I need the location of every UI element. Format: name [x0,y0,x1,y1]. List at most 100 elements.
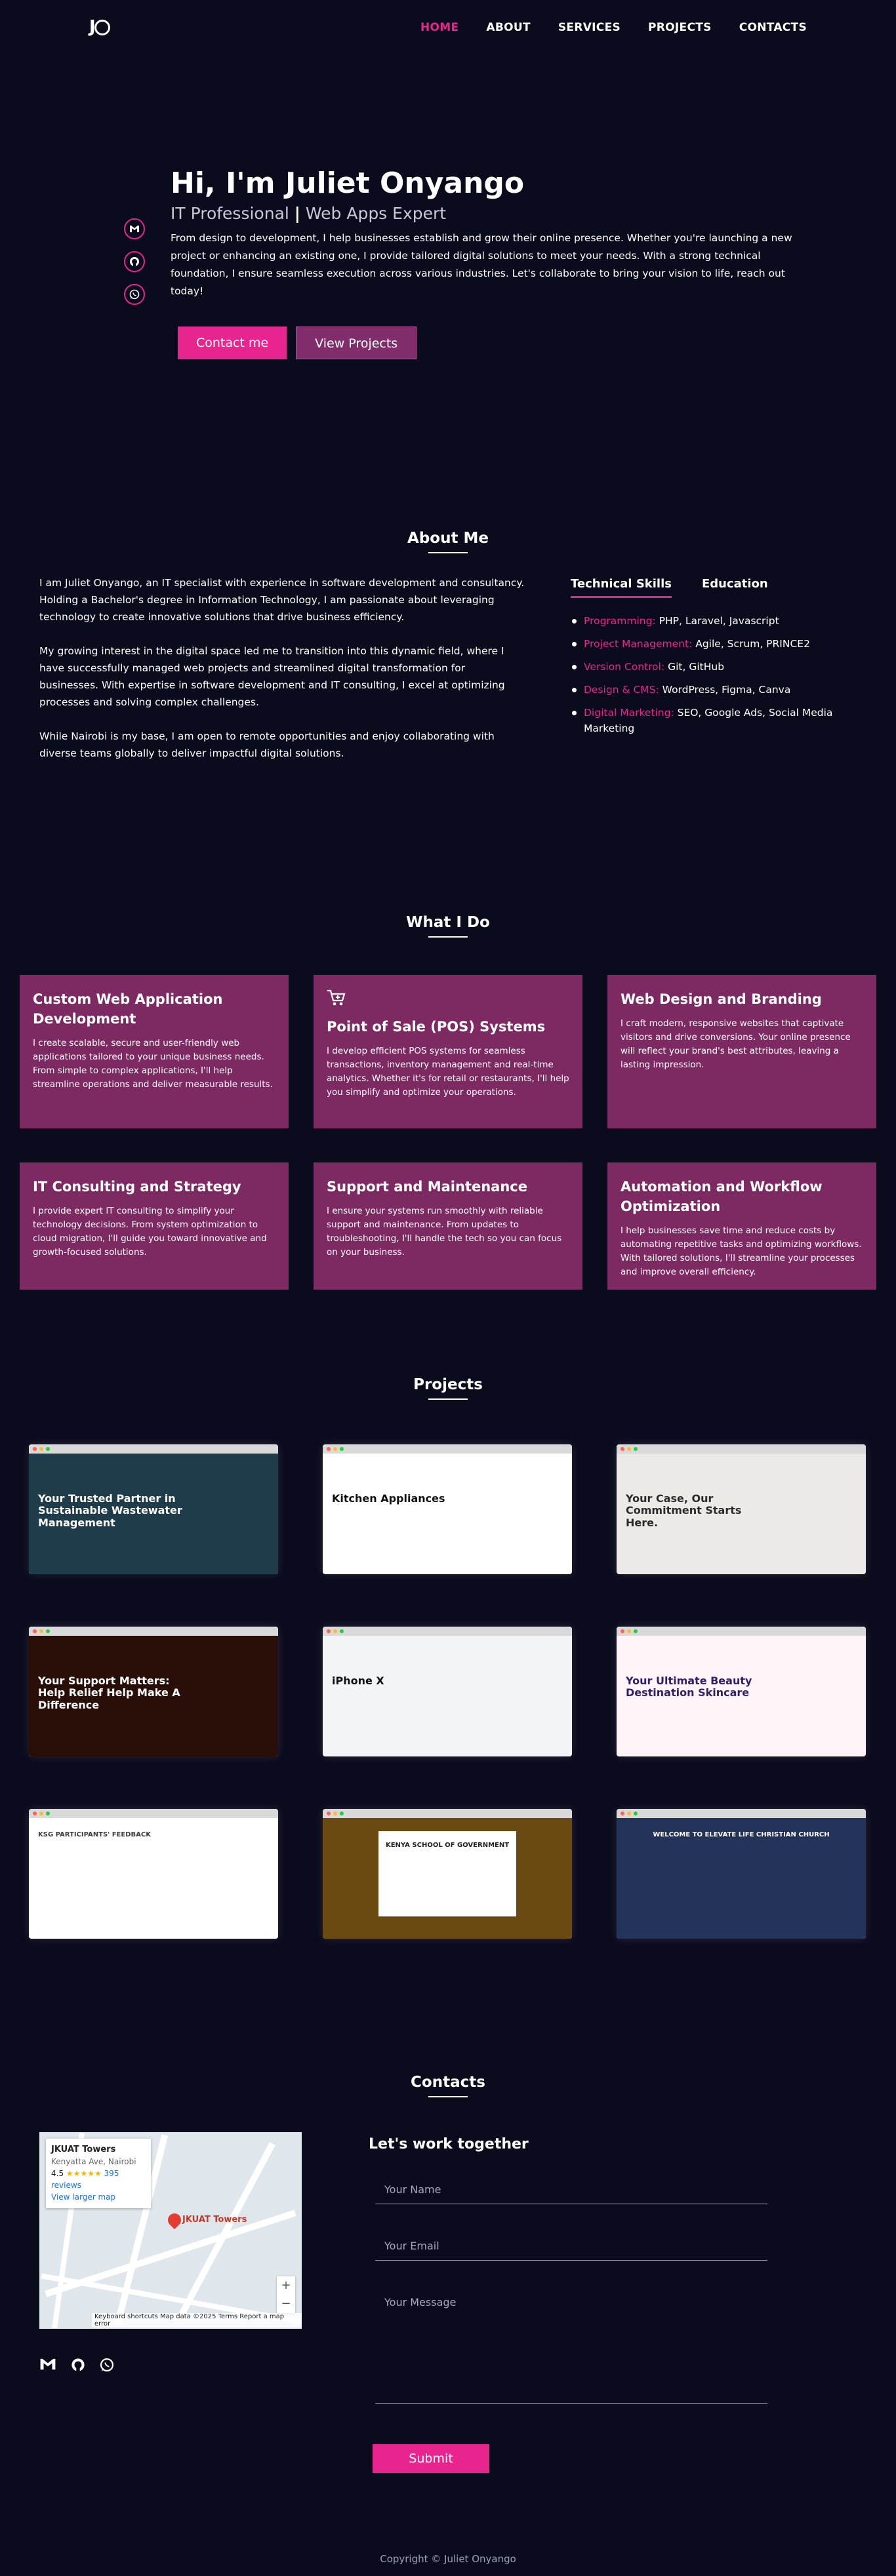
service-card: Automation and Workflow Optimization I h… [607,1162,876,1290]
nav-links: HOME ABOUT SERVICES PROJECTS CONTACTS [420,21,807,34]
skill-value: Git, GitHub [664,661,725,673]
service-card: Point of Sale (POS) Systems I develop ef… [314,975,582,1128]
hero-heading: Hi, I'm Juliet Onyango [171,167,525,200]
github-icon[interactable] [71,2358,85,2375]
window-dot [621,1812,624,1815]
github-icon[interactable] [124,251,145,272]
window-dot [33,1812,37,1815]
skill-key: Design & CMS: [584,684,659,696]
whatsapp-icon[interactable] [100,2358,114,2375]
project-headline: Your Trusted Partner in Sustainable Wast… [38,1492,182,1529]
window-dot [327,1629,331,1633]
project-card[interactable]: Your Case, Our Commitment Starts Here. [617,1444,866,1574]
email-field[interactable] [375,2232,767,2261]
zoom-in-icon[interactable]: + [277,2276,295,2295]
service-desc: I craft modern, responsive websites that… [621,1018,851,1070]
window-dot [340,1629,344,1633]
browser-chrome [29,1809,278,1818]
submit-button[interactable]: Submit [373,2444,489,2473]
view-larger-map-link[interactable]: View larger map [51,2191,146,2203]
project-screenshot: iPhone X [323,1636,572,1756]
name-field[interactable] [375,2175,767,2204]
project-card[interactable]: Kitchen Appliances [323,1444,572,1574]
window-dot [627,1447,631,1451]
window-dot [634,1812,638,1815]
contact-socials [39,2358,114,2375]
copyright: Copyright © Juliet Onyango [380,2553,516,2565]
window-dot [333,1447,337,1451]
nav-projects[interactable]: PROJECTS [648,21,712,34]
service-desc: I ensure your systems run smoothly with … [327,1206,562,1258]
service-title: Web Design and Branding [621,991,822,1007]
about-paragraph: I am Juliet Onyango, an IT specialist wi… [39,577,525,623]
project-card[interactable]: KENYA SCHOOL OF GOVERNMENT [323,1809,572,1939]
project-card[interactable]: Your Ultimate Beauty Destination Skincar… [617,1627,866,1756]
window-dot [46,1812,50,1815]
tab-technical-skills[interactable]: Technical Skills [571,577,672,598]
browser-chrome [617,1809,866,1818]
service-desc: I help businesses save time and reduce c… [621,1225,862,1277]
about-paragraph: My growing interest in the digital space… [39,645,505,708]
site-logo[interactable]: J [89,17,115,37]
service-title: Support and Maintenance [327,1179,527,1195]
form-title: Let's work together [369,2136,529,2152]
about-title: About Me [0,530,896,553]
project-screenshot: Kitchen Appliances [323,1454,572,1574]
project-card[interactable]: iPhone X [323,1627,572,1756]
contact-me-button[interactable]: Contact me [178,326,287,359]
service-card: Custom Web Application Development I cre… [20,975,289,1128]
window-dot [627,1812,631,1815]
nav-contacts[interactable]: CONTACTS [739,21,807,34]
window-dot [340,1812,344,1815]
zoom-out-icon[interactable]: − [277,2295,295,2313]
title-underline [428,1398,468,1400]
nav-home[interactable]: HOME [420,21,458,34]
hero-buttons: Contact me View Projects [171,326,813,359]
services-title: What I Do [0,914,896,938]
project-headline: Your Support Matters: Help Relief Help M… [38,1674,180,1711]
service-desc: I provide expert IT consulting to simpli… [33,1206,267,1258]
about-title-text: About Me [407,530,489,547]
hero-role: IT Professional | Web Apps Expert [171,204,813,223]
service-card: Web Design and Branding I craft modern, … [607,975,876,1128]
map-place-address: Kenyatta Ave, Nairobi [51,2157,136,2166]
project-screenshot: WELCOME TO ELEVATE LIFE CHRISTIAN CHURCH [617,1818,866,1939]
gmail-icon[interactable] [124,218,145,239]
contacts-title: Contacts [0,2074,896,2097]
project-card[interactable]: KSG PARTICIPANTS' FEEDBACK [29,1809,278,1939]
skill-item: Version Control: Git, GitHub [571,659,853,675]
project-card[interactable]: WELCOME TO ELEVATE LIFE CHRISTIAN CHURCH [617,1809,866,1939]
skill-item: Design & CMS: WordPress, Figma, Canva [571,682,853,698]
map-pin-icon[interactable] [165,2210,184,2230]
nav-services[interactable]: SERVICES [558,21,621,34]
project-headline: Your Ultimate Beauty Destination Skincar… [626,1674,752,1699]
services-title-text: What I Do [406,914,490,931]
message-field[interactable] [375,2288,767,2404]
project-card[interactable]: Your Support Matters: Help Relief Help M… [29,1627,278,1756]
window-dot [327,1447,331,1451]
gmail-icon[interactable] [39,2358,56,2375]
project-card[interactable]: Your Trusted Partner in Sustainable Wast… [29,1444,278,1574]
service-card: IT Consulting and Strategy I provide exp… [20,1162,289,1290]
hero-socials [124,218,145,305]
projects-title: Projects [0,1376,896,1400]
nav-about[interactable]: ABOUT [486,21,530,34]
skill-key: Project Management: [584,638,693,650]
projects-title-text: Projects [413,1376,483,1393]
browser-chrome [29,1444,278,1454]
view-projects-button[interactable]: View Projects [296,326,417,359]
whatsapp-icon[interactable] [124,284,145,305]
role-separator: | [294,203,300,223]
tab-education[interactable]: Education [702,577,768,598]
window-dot [634,1447,638,1451]
map-place-name: JKUAT Towers [51,2145,116,2154]
map-rating: 4.5 [51,2169,64,2178]
map-stars: ★★★★★ [66,2169,102,2178]
project-headline: Your Case, Our Commitment Starts Here. [626,1492,742,1529]
browser-chrome [29,1627,278,1636]
project-screenshot: Your Case, Our Commitment Starts Here. [617,1454,866,1574]
hero-intro: From design to development, I help busin… [171,231,792,297]
location-map[interactable]: JKUAT Towers Kenyatta Ave, Nairobi 4.5 ★… [39,2132,302,2329]
window-dot [333,1812,337,1815]
map-zoom-controls[interactable]: + − [277,2276,295,2313]
